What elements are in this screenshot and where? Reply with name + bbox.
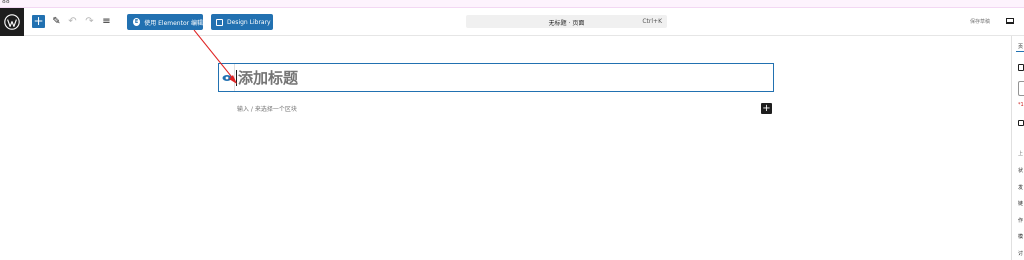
wordpress-logo-icon[interactable] bbox=[0, 8, 24, 36]
document-command-bar[interactable]: 无标题 · 页面 Ctrl+K bbox=[466, 15, 667, 28]
required-marker: *1 bbox=[1018, 102, 1024, 108]
sidebar-item-3[interactable]: 发 bbox=[1018, 184, 1023, 191]
document-title: 无标题 · 页面 bbox=[548, 20, 585, 27]
sidebar-checkbox[interactable] bbox=[1018, 120, 1024, 126]
redo-icon[interactable]: ↷ bbox=[83, 15, 96, 29]
post-title-placeholder[interactable]: 添加标题 bbox=[238, 68, 298, 88]
elementor-icon: E bbox=[133, 18, 141, 26]
paragraph-placeholder[interactable]: 输入 / 来选择一个区块 bbox=[237, 104, 297, 113]
save-draft-button[interactable]: 保存草稿 bbox=[970, 18, 990, 25]
page-icon bbox=[1018, 64, 1024, 71]
sidebar-item-6[interactable]: 模 bbox=[1018, 233, 1023, 240]
text-caret bbox=[236, 70, 237, 86]
sidebar-item-2[interactable]: 状 bbox=[1018, 167, 1023, 174]
sidebar-item-1[interactable]: 上 bbox=[1018, 150, 1023, 157]
post-title-block[interactable]: 添加标题 bbox=[218, 63, 774, 92]
top-strip-text: 88 bbox=[2, 0, 10, 5]
settings-sidebar: 页 *1 上 状 发 链 作 模 讨 bbox=[1011, 36, 1024, 260]
undo-icon[interactable]: ↶ bbox=[66, 15, 79, 29]
design-library-button[interactable]: Design Library bbox=[211, 14, 273, 30]
sidebar-item-4[interactable]: 链 bbox=[1018, 200, 1023, 207]
view-icon[interactable] bbox=[1006, 18, 1014, 24]
edit-with-elementor-button[interactable]: E 使用 Elementor 编辑 bbox=[127, 14, 203, 30]
annotation-arrow bbox=[193, 29, 237, 84]
editor-toolbar: + ✎ ↶ ↷ ≡ E 使用 Elementor 编辑 Design Libra… bbox=[0, 8, 1024, 36]
active-tab-indicator bbox=[1016, 51, 1024, 52]
sidebar-item-5[interactable]: 作 bbox=[1018, 217, 1023, 224]
browser-top-strip: 88 bbox=[0, 0, 1024, 8]
edit-with-elementor-label: 使用 Elementor 编辑 bbox=[144, 19, 203, 27]
add-block-button[interactable]: + bbox=[32, 15, 45, 28]
block-handle[interactable] bbox=[219, 64, 235, 91]
inline-add-block-button[interactable]: + bbox=[761, 103, 772, 114]
library-icon bbox=[216, 18, 223, 26]
sidebar-input[interactable] bbox=[1018, 81, 1024, 96]
command-shortcut: Ctrl+K bbox=[642, 18, 662, 25]
sidebar-item-7[interactable]: 讨 bbox=[1018, 250, 1023, 257]
eye-icon bbox=[222, 74, 231, 81]
design-library-label: Design Library bbox=[227, 18, 271, 26]
tab-page[interactable]: 页 bbox=[1018, 43, 1023, 50]
pencil-icon[interactable]: ✎ bbox=[50, 15, 63, 29]
document-overview-icon[interactable]: ≡ bbox=[100, 15, 113, 29]
